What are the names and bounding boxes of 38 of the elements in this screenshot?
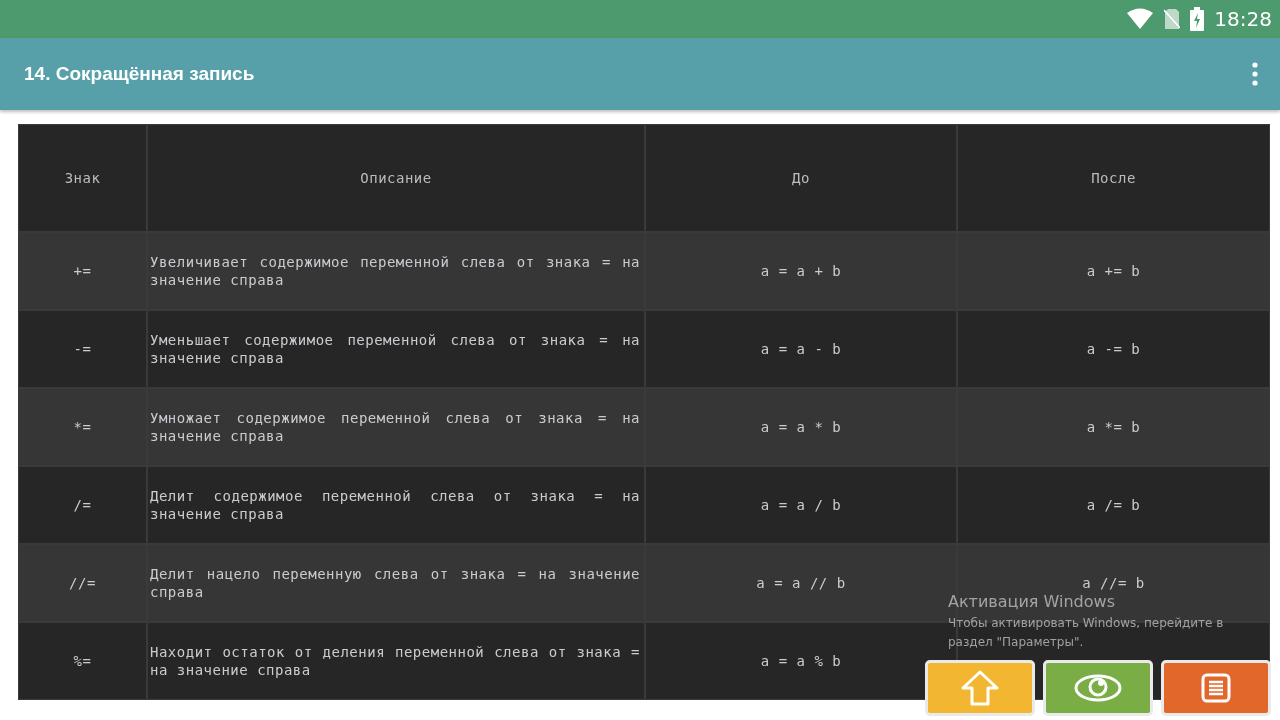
table-cell: Делит содержимое переменной слева от знака = на значение справа [148,467,644,543]
table-cell: Делит нацело переменную слева от знака = на значение справа [148,545,644,621]
notice-title: Активация Windows [948,592,1116,611]
table-cell: Увеличивает содержимое переменной слева от знака = на значение справа [148,233,644,309]
notice-text: Чтобы активировать Windows, перейдите в раздел "Параметры". [948,615,1225,651]
table-cell: a = a - b [646,311,956,387]
column-header: Знак [19,125,146,231]
battery-icon [1190,7,1205,31]
list-icon [1201,673,1231,703]
eye-icon [1074,673,1122,703]
scroll-up-button[interactable] [925,660,1035,716]
table-cell: a += b [958,233,1269,309]
table-cell: a = a * b [646,389,956,465]
table-cell: a -= b [958,311,1269,387]
table-cell: //= [19,545,146,621]
table-cell: *= [19,389,146,465]
contents-button[interactable] [1161,660,1271,716]
column-header: После [958,125,1269,231]
table-cell: Умножает содержимое переменной слева от знака = на значение справа [148,389,644,465]
table-cell: += [19,233,146,309]
table-cell: Находит остаток от деления переменной слева от знака = на значение справа [148,623,644,699]
table-cell: a = a / b [646,467,956,543]
up-arrow-icon [961,670,999,706]
screen-title: 14. Сокращённая запись [24,63,256,85]
view-button[interactable] [1043,660,1153,716]
more-menu-icon[interactable] [1252,62,1258,86]
table-cell: a /= b [958,467,1269,543]
table-cell: a *= b [958,389,1269,465]
table-cell: %= [19,623,146,699]
wifi-icon [1126,8,1155,30]
no-sim-icon [1164,8,1181,30]
table-cell: Уменьшает содержимое переменной слева от знака = на значение справа [148,311,644,387]
column-header: Описание [148,125,644,231]
clock-time: 18:28 [1214,7,1272,31]
column-header: До [646,125,956,231]
table-cell: -= [19,311,146,387]
table-cell: a = a + b [646,233,956,309]
table-cell: /= [19,467,146,543]
